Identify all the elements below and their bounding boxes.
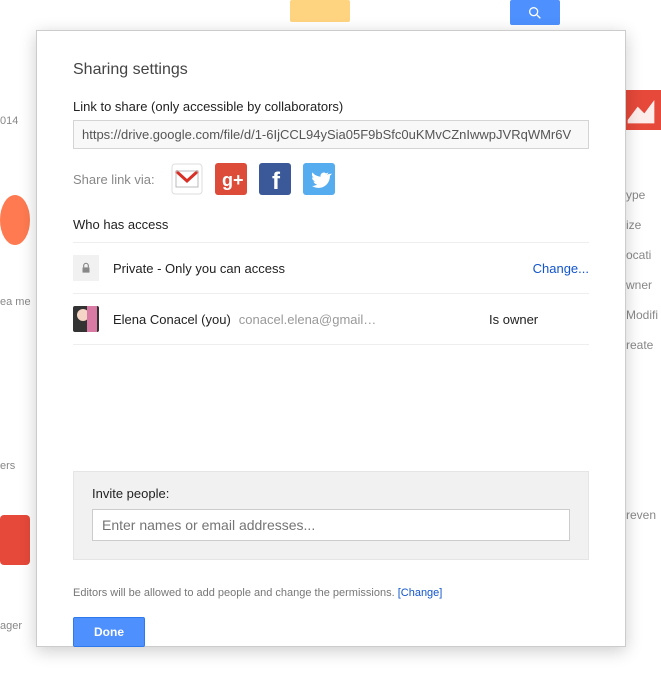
bg-text: ocati: [626, 240, 661, 270]
privacy-text: Private - Only you can access: [113, 261, 519, 276]
gmail-icon[interactable]: [171, 163, 203, 195]
bg-text: reate: [626, 330, 661, 360]
sharing-dialog: Sharing settings Link to share (only acc…: [36, 30, 626, 647]
change-privacy-link[interactable]: Change...: [533, 261, 589, 276]
bg-text: wner: [626, 270, 661, 300]
share-via-label: Share link via:: [73, 172, 155, 187]
privacy-status: Private - Only you can access: [113, 261, 285, 276]
who-has-access-label: Who has access: [73, 217, 589, 232]
twitter-icon[interactable]: [303, 163, 335, 195]
bg-text: ea me: [0, 296, 31, 308]
bg-text: ize: [626, 210, 661, 240]
bg-shape: [0, 515, 30, 565]
invite-label: Invite people:: [92, 486, 570, 501]
user-identity: Elena Conacel (you) conacel.elena@gmail…: [113, 312, 475, 327]
facebook-icon[interactable]: f: [259, 163, 291, 195]
bg-text: ype: [626, 180, 661, 210]
search-icon: [527, 5, 543, 21]
lock-icon: [73, 255, 99, 281]
link-share-label: Link to share (only accessible by collab…: [73, 99, 589, 114]
invite-block: Invite people:: [73, 471, 589, 560]
bg-text: ager: [0, 620, 22, 632]
change-permissions-link[interactable]: [Change]: [398, 587, 443, 599]
bg-text: 014: [0, 115, 18, 127]
bg-search-button: [510, 0, 560, 25]
invite-input[interactable]: [92, 509, 570, 541]
user-role: Is owner: [489, 312, 589, 327]
bg-text: ers: [0, 460, 15, 472]
bg-text: Modifi: [626, 300, 661, 330]
share-via-row: Share link via: g+ f: [73, 163, 589, 195]
editors-note: Editors will be allowed to add people an…: [73, 587, 589, 599]
done-button[interactable]: Done: [73, 617, 145, 647]
bg-image-icon: [621, 90, 661, 130]
access-row-user: Elena Conacel (you) conacel.elena@gmail……: [73, 294, 589, 345]
bg-chip: [290, 0, 350, 22]
svg-text:g+: g+: [222, 170, 244, 190]
bg-side-labels: ype ize ocati wner Modifi reate reven: [626, 180, 661, 530]
google-plus-icon[interactable]: g+: [215, 163, 247, 195]
bg-shape: [0, 195, 30, 245]
bg-text: reven: [626, 500, 661, 530]
link-share-input[interactable]: [73, 120, 589, 149]
svg-text:f: f: [272, 168, 281, 195]
dialog-title: Sharing settings: [73, 61, 589, 79]
user-email: conacel.elena@gmail…: [239, 312, 377, 327]
user-name: Elena Conacel (you): [113, 312, 231, 327]
access-row-privacy: Private - Only you can access Change...: [73, 242, 589, 294]
user-avatar: [73, 306, 99, 332]
editors-note-text: Editors will be allowed to add people an…: [73, 587, 398, 599]
